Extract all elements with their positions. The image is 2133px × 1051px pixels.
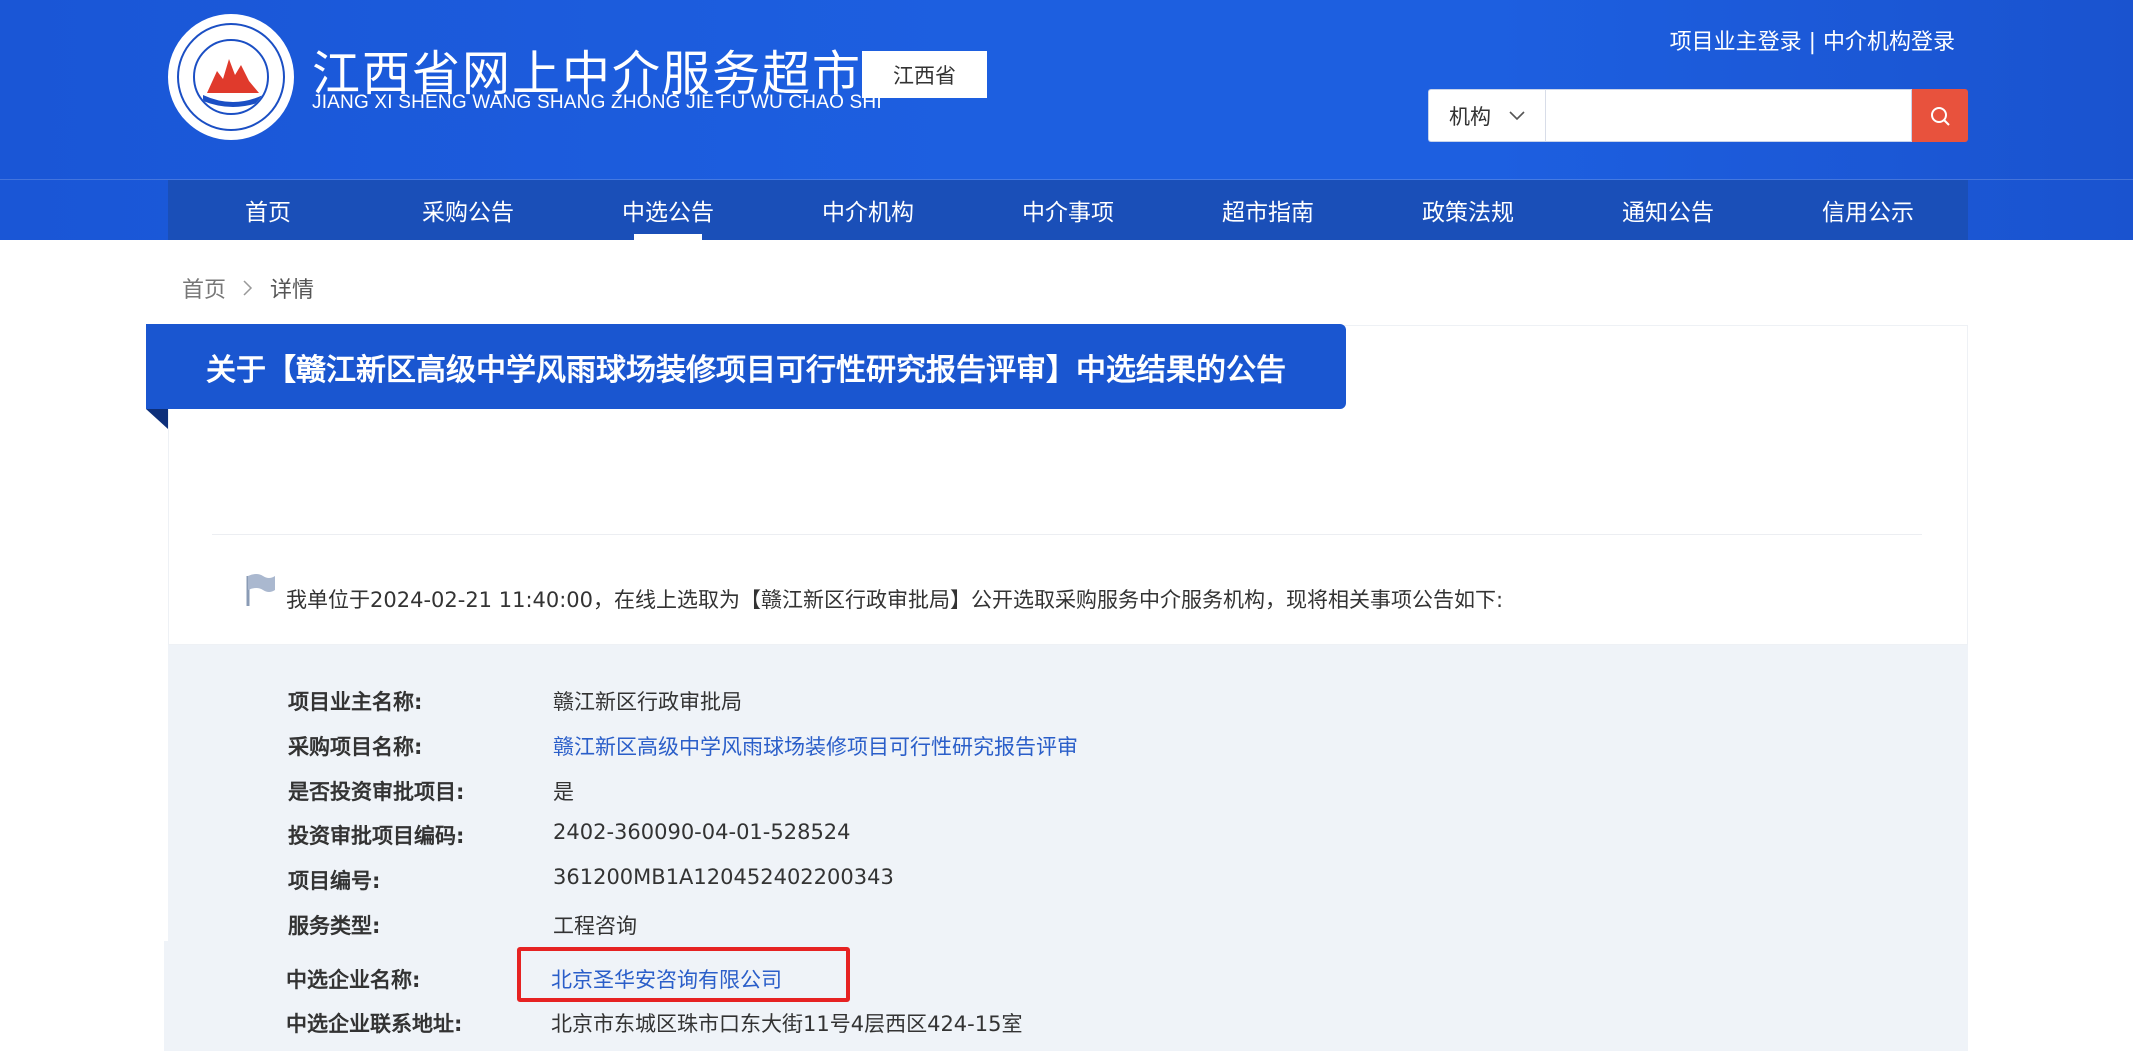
project-name-link[interactable]: 赣江新区高级中学风雨球场装修项目可行性研究报告评审 <box>553 731 1078 761</box>
search-button[interactable] <box>1912 89 1968 142</box>
detail-label: 是否投资审批项目: <box>288 780 465 804</box>
logo-emblem <box>193 39 269 115</box>
detail-label: 中选企业名称: <box>286 968 421 992</box>
divider <box>212 534 1922 535</box>
detail-value: 赣江新区行政审批局 <box>553 690 742 714</box>
breadcrumb-home[interactable]: 首页 <box>182 272 226 304</box>
nav-item-agencies[interactable]: 中介机构 <box>768 180 968 240</box>
search-input[interactable] <box>1546 89 1912 142</box>
search-icon <box>1931 106 1950 126</box>
search-type-select[interactable]: 机构 <box>1428 89 1546 142</box>
detail-label: 项目业主名称: <box>288 690 423 714</box>
province-button[interactable]: 江西省 <box>862 51 987 98</box>
nav-item-credit[interactable]: 信用公示 <box>1768 180 1968 240</box>
notice-title: 关于【赣江新区高级中学风雨球场装修项目可行性研究报告评审】中选结果的公告 <box>146 324 1346 409</box>
detail-value: 是 <box>553 780 574 804</box>
nav-item-policy[interactable]: 政策法规 <box>1368 180 1568 240</box>
search-type-value: 机构 <box>1449 104 1491 129</box>
detail-value: 361200MB1A120452402200343 <box>553 865 894 889</box>
detail-label: 中选企业联系地址: <box>286 1012 463 1036</box>
login-links: 项目业主登录 | 中介机构登录 <box>1670 24 1955 56</box>
detail-value: 2402-360090-04-01-528524 <box>553 820 851 844</box>
detail-row: 服务类型: 工程咨询 <box>288 910 637 940</box>
nav-item-selection-notice[interactable]: 中选公告 <box>568 180 768 240</box>
detail-label: 采购项目名称: <box>288 735 423 759</box>
owner-login-link[interactable]: 项目业主登录 <box>1670 30 1802 55</box>
site-logo[interactable] <box>168 14 294 140</box>
detail-row: 项目业主名称: 赣江新区行政审批局 <box>288 686 742 716</box>
intro-text: 我单位于2024-02-21 11:40:00，在线上选取为【赣江新区行政审批局… <box>286 588 1504 612</box>
chevron-right-icon <box>243 280 253 296</box>
detail-value: 工程咨询 <box>553 914 637 938</box>
nav-item-notices[interactable]: 通知公告 <box>1568 180 1768 240</box>
banner-fold <box>146 409 168 429</box>
detail-value: 北京市东城区珠市口东大街11号4层西区424-15室 <box>551 1012 1023 1036</box>
main-nav: 首页 采购公告 中选公告 中介机构 中介事项 超市指南 政策法规 通知公告 信用… <box>168 180 1968 240</box>
notice-intro: 我单位于2024-02-21 11:40:00，在线上选取为【赣江新区行政审批局… <box>244 584 1503 614</box>
emblem-icon <box>203 59 263 107</box>
detail-row: 中选企业联系地址: 北京市东城区珠市口东大街11号4层西区424-15室 <box>286 1008 1022 1038</box>
login-separator: | <box>1801 30 1823 55</box>
nav-item-home[interactable]: 首页 <box>168 180 368 240</box>
detail-row: 投资审批项目编码: 2402-360090-04-01-528524 <box>288 820 851 850</box>
detail-label: 项目编号: <box>288 869 381 893</box>
nav-item-guide[interactable]: 超市指南 <box>1168 180 1368 240</box>
agency-login-link[interactable]: 中介机构登录 <box>1823 30 1955 55</box>
highlight-box <box>517 947 850 1002</box>
detail-row: 是否投资审批项目: 是 <box>288 776 574 806</box>
chevron-down-icon <box>1509 110 1525 120</box>
breadcrumb: 首页 详情 <box>182 272 314 304</box>
detail-row: 项目编号: 361200MB1A120452402200343 <box>288 865 894 895</box>
detail-row: 采购项目名称: 赣江新区高级中学风雨球场装修项目可行性研究报告评审 <box>288 731 1078 761</box>
nav-item-agency-matters[interactable]: 中介事项 <box>968 180 1168 240</box>
search-box: 机构 <box>1428 89 1968 142</box>
nav-item-procurement[interactable]: 采购公告 <box>368 180 568 240</box>
breadcrumb-current: 详情 <box>270 278 315 303</box>
detail-label: 投资审批项目编码: <box>288 824 465 848</box>
detail-label: 服务类型: <box>288 914 381 938</box>
site-subtitle: JIANG XI SHENG WANG SHANG ZHONG JIE FU W… <box>312 92 882 113</box>
